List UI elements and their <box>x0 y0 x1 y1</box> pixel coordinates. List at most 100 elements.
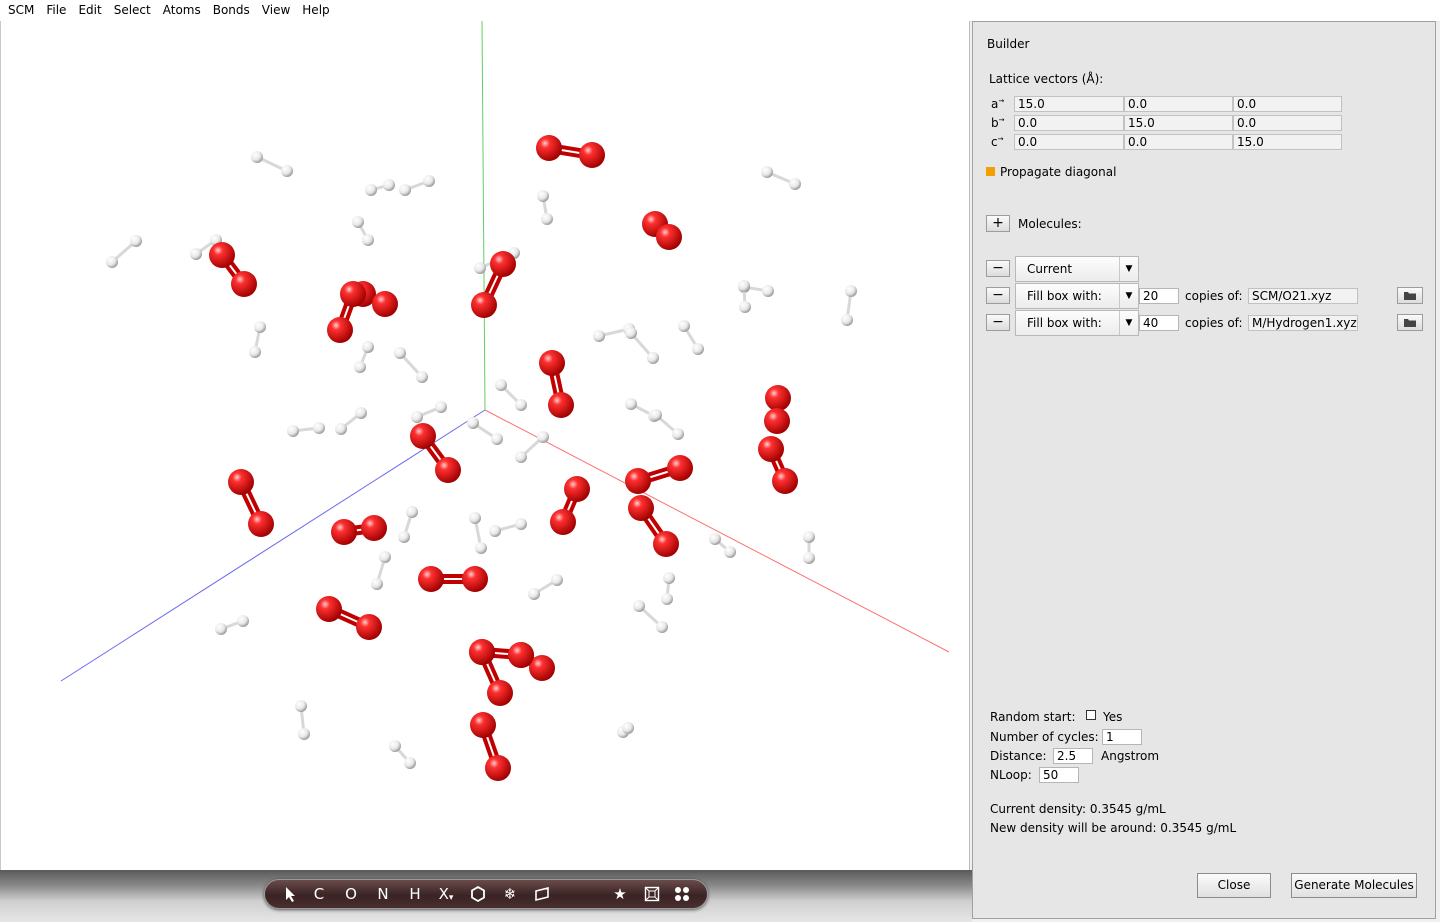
hydrogen-atom[interactable] <box>190 248 202 260</box>
hydrogen-atom[interactable] <box>738 280 750 292</box>
hydrogen-atom[interactable] <box>287 425 299 437</box>
hydrogen-atom[interactable] <box>354 361 366 373</box>
vector-c-x-field[interactable]: 0.0 <box>1014 134 1124 150</box>
hydrogen-atom[interactable] <box>724 546 736 558</box>
oxygen-atom[interactable] <box>469 639 495 665</box>
hydrogen-atom[interactable] <box>650 409 662 421</box>
copies-count-field[interactable]: 20 <box>1139 288 1179 304</box>
vector-a-z-field[interactable]: 0.0 <box>1233 96 1342 112</box>
hydrogen-atom[interactable] <box>475 542 487 554</box>
star-icon[interactable]: ★ <box>603 879 637 909</box>
menu-item-select[interactable]: Select <box>108 0 157 21</box>
hydrogen-atom[interactable] <box>709 533 721 545</box>
oxygen-atom[interactable] <box>579 142 605 168</box>
select-arrow-icon[interactable] <box>279 879 303 909</box>
oxygen-atom[interactable] <box>628 495 654 521</box>
hydrogen-atom[interactable] <box>313 422 325 434</box>
oxygen-atom[interactable] <box>435 457 461 483</box>
oxygen-atom[interactable] <box>758 436 784 462</box>
hydrogen-atom[interactable] <box>394 347 406 359</box>
hydrogen-atom[interactable] <box>254 321 266 333</box>
hydrogen-atom[interactable] <box>541 213 553 225</box>
hydrogen-atom[interactable] <box>761 166 773 178</box>
hydrogen-atom[interactable] <box>355 407 367 419</box>
oxygen-atom[interactable] <box>248 511 274 537</box>
menu-item-view[interactable]: View <box>256 0 296 21</box>
hydrogen-atom[interactable] <box>495 379 507 391</box>
hydrogen-atom[interactable] <box>537 190 549 202</box>
oxygen-atom[interactable] <box>550 509 576 535</box>
oxygen-atom[interactable] <box>536 135 562 161</box>
hydrogen-atom[interactable] <box>692 343 704 355</box>
cycles-field[interactable]: 1 <box>1102 729 1142 745</box>
hydrogen-atom[interactable] <box>399 184 411 196</box>
carbon-tool-button[interactable]: C <box>303 879 335 909</box>
hydrogen-atom[interactable] <box>469 512 481 524</box>
crystal-box-icon[interactable] <box>637 879 667 909</box>
molecule-source-select[interactable]: Current ▼ <box>1015 256 1139 282</box>
hydrogen-atom[interactable] <box>841 314 853 326</box>
hydrogen-atom[interactable] <box>647 352 659 364</box>
oxygen-atom[interactable] <box>356 614 382 640</box>
hydrogen-atom[interactable] <box>489 525 501 537</box>
oxygen-atom[interactable] <box>548 392 574 418</box>
hydrogen-atom[interactable] <box>249 346 261 358</box>
oxygen-atom[interactable] <box>231 271 257 297</box>
close-button[interactable]: Close <box>1197 873 1271 898</box>
molecule-source-select[interactable]: Fill box with: ▼ <box>1015 310 1139 336</box>
oxygen-atom[interactable] <box>471 292 497 318</box>
hydrogen-atom[interactable] <box>593 330 605 342</box>
hydrogen-atom[interactable] <box>406 506 418 518</box>
hydrogen-atom[interactable] <box>251 151 263 163</box>
hydrogen-atom[interactable] <box>528 588 540 600</box>
hydrogen-atom[interactable] <box>762 285 774 297</box>
oxygen-atom[interactable] <box>772 468 798 494</box>
vector-c-z-field[interactable]: 15.0 <box>1233 134 1342 150</box>
hydrogen-atom[interactable] <box>371 578 383 590</box>
hydrogen-atom[interactable] <box>491 433 503 445</box>
oxygen-atom[interactable] <box>508 642 534 668</box>
hydrogen-atom[interactable] <box>739 301 751 313</box>
hydrogen-atom[interactable] <box>633 600 645 612</box>
oxygen-atom[interactable] <box>228 469 254 495</box>
folder-icon[interactable] <box>1397 287 1423 304</box>
oxygen-atom[interactable] <box>462 566 488 592</box>
hydrogen-atom[interactable] <box>411 411 423 423</box>
oxygen-atom[interactable] <box>539 350 565 376</box>
hydrogen-atom[interactable] <box>130 235 142 247</box>
hydrogen-atom[interactable] <box>298 728 310 740</box>
remove-molecule-button[interactable]: − <box>986 314 1010 331</box>
molecule-file-field[interactable]: SCM/O21.xyz <box>1248 288 1358 304</box>
oxygen-atom[interactable] <box>361 515 387 541</box>
molecule-source-select[interactable]: Fill box with: ▼ <box>1015 283 1139 309</box>
menu-item-help[interactable]: Help <box>296 0 335 21</box>
remove-molecule-button[interactable]: − <box>986 287 1010 304</box>
oxygen-atom[interactable] <box>372 291 398 317</box>
hydrogen-atom[interactable] <box>625 398 637 410</box>
oxygen-atom[interactable] <box>487 680 513 706</box>
hydrogen-atom[interactable] <box>365 184 377 196</box>
oxygen-atom[interactable] <box>470 712 496 738</box>
oxygen-atom[interactable] <box>765 385 791 411</box>
hydrogen-atom[interactable] <box>435 401 447 413</box>
hydrogen-atom[interactable] <box>656 621 668 633</box>
hydrogen-atom[interactable] <box>416 371 428 383</box>
hydrogen-atom[interactable] <box>295 700 307 712</box>
hydrogen-atom[interactable] <box>515 451 527 463</box>
hydrogen-atom[interactable] <box>663 572 675 584</box>
hydrogen-atom[interactable] <box>845 285 857 297</box>
molecules-icon[interactable] <box>667 879 697 909</box>
menu-item-edit[interactable]: Edit <box>72 0 107 21</box>
hydrogen-atom[interactable] <box>789 178 801 190</box>
ring-icon[interactable] <box>461 879 495 909</box>
hydrogen-atom[interactable] <box>215 623 227 635</box>
hydrogen-atom[interactable] <box>515 518 527 530</box>
hydrogen-atom[interactable] <box>803 552 815 564</box>
oxygen-atom[interactable] <box>327 317 353 343</box>
hydrogen-atom[interactable] <box>362 341 374 353</box>
hydrogen-atom[interactable] <box>404 757 416 769</box>
hydrogen-atom[interactable] <box>237 615 249 627</box>
hydrogen-atom[interactable] <box>106 256 118 268</box>
hydrogen-atom[interactable] <box>389 740 401 752</box>
hydrogen-atom[interactable] <box>362 234 374 246</box>
